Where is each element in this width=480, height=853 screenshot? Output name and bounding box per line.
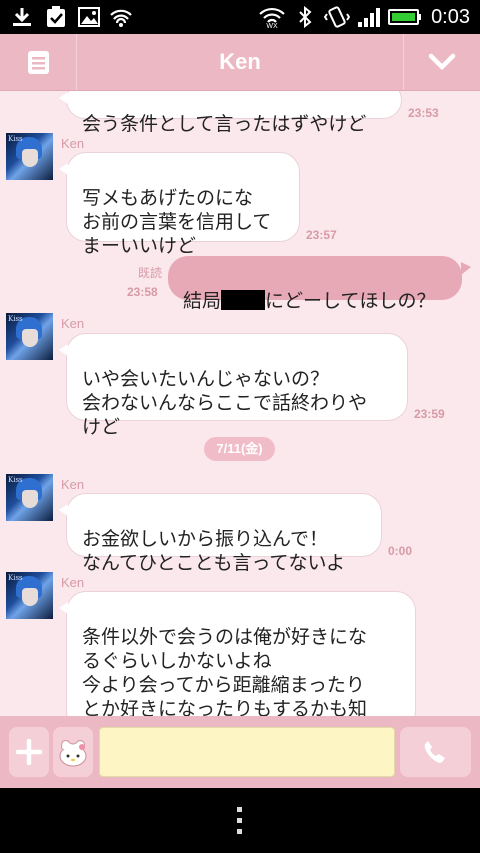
avatar[interactable]: Kiss [6,133,53,180]
message-text: 会う条件として言ったはずやけど [82,113,367,135]
avatar[interactable]: Kiss [6,474,53,521]
svg-text:WX: WX [266,23,278,28]
message-text: 写メもあげたのにな お前の言葉を信用して まーいいけど [82,187,272,257]
download-icon [13,8,31,26]
redaction-block [221,290,266,310]
menu-icon [28,51,49,74]
avatar[interactable]: Kiss [6,572,53,619]
message-time: 23:59 [414,407,445,421]
message-input[interactable] [99,727,395,777]
wifi-hotspot-icon [110,9,132,27]
message-text-start: 結局 [183,290,222,312]
add-button[interactable] [9,727,49,777]
read-receipt: 既読 [137,266,162,280]
message-text: いや会いたいんじゃないの？ 会わないんならここで話終わりや けど [82,368,368,438]
image-icon [78,7,100,27]
call-button[interactable] [400,727,471,777]
battery-icon [388,9,421,25]
input-bar [0,716,480,788]
date-separator: 7/11(金) [204,437,275,461]
message-bubble[interactable]: いや会いたいんじゃないの？ 会わないんならここで話終わりや けど [59,333,408,438]
message-time: 0:00 [388,544,413,558]
sticker-icon [59,740,87,767]
message-text: 条件以外で会うのは俺が好きにな るぐらいしかないよね 今より会ってから距離縮まっ… [82,626,368,716]
clock: 0:03 [431,6,470,28]
nav-bar [0,788,480,853]
status-bar: WX 0:03 [0,0,480,34]
message-time: 23:58 [127,285,158,299]
chat-header: Ken [0,34,480,91]
message-bubble[interactable]: 会う条件として言ったはずやけど [59,91,402,135]
message-text: お金欲しいから振り込んで！ なんてひとことも言ってないよ [82,528,346,574]
sender-name: Ken [61,136,85,151]
overflow-menu-icon[interactable] [230,805,250,837]
message-bubble[interactable]: 写メもあげたのにな お前の言葉を信用して まーいいけど [59,152,300,257]
message-text-end: にどーしてほしの？ [265,290,436,312]
sticker-button[interactable] [53,727,93,777]
message-time: 23:53 [408,106,439,120]
menu-button[interactable] [0,34,77,90]
bluetooth-icon [299,6,312,28]
chat-log[interactable]: 会う条件として言ったはずやけど 23:53 Kiss Ken 写メもあげたのにな… [0,91,480,716]
sender-name: Ken [61,575,85,590]
phone-icon [424,741,445,763]
plus-icon [15,738,43,766]
message-bubble[interactable]: 条件以外で会うのは俺が好きにな るぐらいしかないよね 今より会ってから距離縮まっ… [59,591,416,716]
signal-icon [358,8,380,27]
clipboard-check-icon [47,6,65,27]
wifi-icon: WX [259,7,285,28]
vibrate-icon [324,6,350,28]
collapse-button[interactable] [403,34,480,90]
avatar[interactable]: Kiss [6,313,53,360]
message-bubble[interactable]: お金欲しいから振り込んで！ なんてひとことも言ってないよ [59,493,382,574]
message-time: 23:57 [306,228,337,242]
sender-name: Ken [61,477,85,492]
message-bubble[interactable]: 結局 にどーしてほしの？ [168,256,471,312]
chat-title: Ken [219,49,261,74]
sender-name: Ken [61,316,85,331]
chevron-down-icon [428,53,456,71]
